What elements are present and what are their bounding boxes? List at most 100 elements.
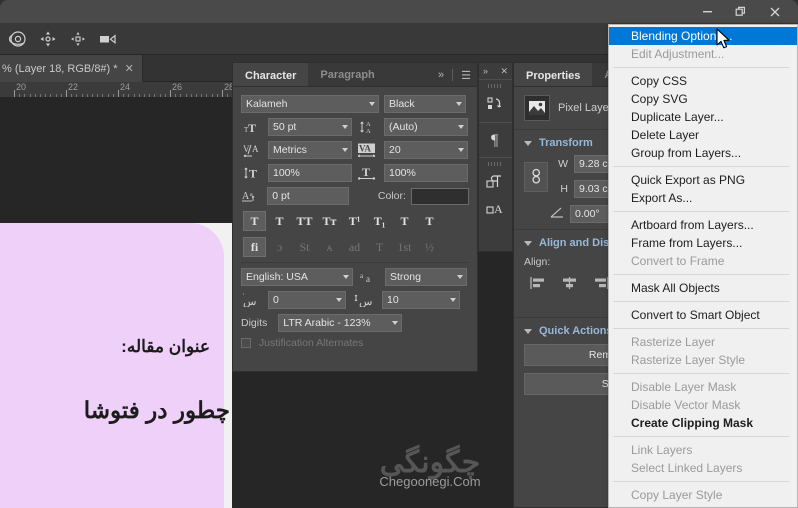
tab-properties[interactable]: Properties — [514, 63, 593, 86]
document-tab-close-icon[interactable]: ✕ — [125, 62, 134, 75]
underline-button[interactable]: T — [393, 211, 416, 231]
kashida-value: 0 — [273, 294, 279, 306]
discretionary-ligatures-button[interactable]: St — [293, 237, 316, 257]
text-color-swatch[interactable] — [410, 187, 469, 205]
chevron-down-icon[interactable] — [336, 298, 342, 302]
menu-item[interactable]: Blending Options... — [609, 27, 797, 45]
menu-item[interactable]: Create Clipping Mask — [609, 414, 797, 432]
subscript-button[interactable]: T₁ — [368, 211, 391, 231]
chevron-down-icon[interactable] — [524, 240, 532, 246]
swash-button[interactable]: ᴀ — [318, 237, 341, 257]
titling-alternates-button[interactable]: T — [368, 237, 391, 257]
tracking-input[interactable]: 20 — [384, 141, 468, 159]
menu-item[interactable]: Convert to Smart Object — [609, 306, 797, 324]
menu-item[interactable]: Frame from Layers... — [609, 234, 797, 252]
history-panel-icon[interactable] — [479, 91, 512, 117]
superscript-button[interactable]: T¹ — [343, 211, 366, 231]
artboard[interactable]: عنوان مقاله: چطور در فتوشا — [0, 223, 229, 508]
chevron-down-icon[interactable] — [456, 102, 462, 106]
document-tab[interactable]: % (Layer 18, RGB/8#) * ✕ — [0, 55, 143, 82]
paragraph-styles-icon[interactable] — [479, 169, 512, 195]
chevron-down-icon[interactable] — [458, 125, 464, 129]
dock-close-icon[interactable]: ✕ — [500, 66, 508, 77]
collapse-icon[interactable]: » — [438, 69, 444, 81]
horizontal-scale-input[interactable]: 100% — [384, 164, 468, 182]
ruler-tick-minor — [227, 94, 229, 97]
dock-collapse-icon[interactable]: » — [483, 66, 488, 76]
align-right-icon[interactable] — [592, 276, 609, 293]
chevron-down-icon[interactable] — [392, 321, 399, 325]
tab-paragraph[interactable]: Paragraph — [308, 63, 386, 86]
dock-grip[interactable] — [488, 162, 503, 166]
kerning-input[interactable]: Metrics — [268, 141, 352, 159]
chevron-down-icon[interactable] — [524, 328, 532, 334]
menu-item[interactable]: Export As... — [609, 189, 797, 207]
chevron-down-icon[interactable] — [524, 140, 532, 146]
menu-item[interactable]: Artboard from Layers... — [609, 216, 797, 234]
chevron-down-icon[interactable] — [450, 298, 456, 302]
contextual-alternates-button[interactable]: ɔ — [268, 237, 291, 257]
all-caps-button[interactable]: TT — [293, 211, 316, 231]
language-input[interactable]: English: USA — [241, 268, 353, 286]
svg-text:ٔ: ٔ — [242, 293, 244, 295]
strikethrough-button[interactable]: T — [418, 211, 441, 231]
layer-context-menu[interactable]: Blending Options... Edit Adjustment... Cop… — [608, 24, 798, 508]
small-caps-button[interactable]: Tт — [318, 211, 341, 231]
chevron-down-icon[interactable] — [369, 102, 375, 106]
menu-item[interactable]: Mask All Objects — [609, 279, 797, 297]
character-styles-icon[interactable]: A — [479, 195, 512, 221]
chevron-down-icon[interactable] — [343, 275, 349, 279]
ordinals-button[interactable]: 1st — [393, 237, 416, 257]
restore-button[interactable] — [724, 1, 758, 23]
svg-text:VA: VA — [359, 144, 371, 154]
ruler-tick-minor — [154, 94, 156, 97]
chevron-down-icon[interactable] — [342, 125, 348, 129]
chevron-down-icon[interactable] — [342, 148, 348, 152]
leading-icon: A A — [357, 120, 379, 134]
oldstyle-button[interactable]: ad — [343, 237, 366, 257]
leading-input[interactable]: (Auto) — [384, 118, 468, 136]
fractions-button[interactable]: ½ — [418, 237, 441, 257]
tab-character[interactable]: Character — [233, 63, 309, 86]
panel-menu-icon[interactable]: ☰ — [461, 69, 471, 82]
dock-grip[interactable] — [488, 84, 503, 88]
menu-item[interactable]: Copy SVG — [609, 90, 797, 108]
align-center-icon[interactable] — [561, 276, 578, 293]
menu-item[interactable]: Copy CSS — [609, 72, 797, 90]
vertical-scale-value: 100% — [273, 167, 300, 179]
orbit-3d-tool-icon[interactable] — [4, 26, 31, 52]
menu-item[interactable]: Quick Export as PNG — [609, 171, 797, 189]
align-left-icon[interactable] — [530, 276, 547, 293]
width-key: W — [558, 158, 568, 170]
baseline-shift-input[interactable]: 0 pt — [267, 187, 349, 205]
faux-italic-button[interactable]: T — [268, 211, 291, 231]
camera-3d-tool-icon[interactable] — [94, 26, 121, 52]
diacritic-input[interactable]: 10 — [382, 291, 460, 309]
justification-alternates-row[interactable]: Justification Alternates — [241, 337, 469, 349]
font-family-input[interactable]: Kalameh — [241, 95, 379, 113]
kashida-input[interactable]: 0 — [268, 291, 346, 309]
minimize-button[interactable] — [690, 1, 724, 23]
menu-item[interactable]: Duplicate Layer... — [609, 108, 797, 126]
menu-item[interactable]: Delete Layer — [609, 126, 797, 144]
antialias-input[interactable]: Strong — [385, 268, 467, 286]
close-button[interactable] — [758, 1, 792, 23]
baseline-shift-value: 0 pt — [272, 190, 290, 202]
pan-3d-tool-icon[interactable] — [34, 26, 61, 52]
faux-bold-button[interactable]: T — [243, 211, 266, 231]
menu-item[interactable]: Group from Layers... — [609, 144, 797, 162]
artboard-subtitle-text: چطور در فتوشا — [83, 397, 230, 423]
standard-ligatures-button[interactable]: fi — [243, 237, 266, 257]
digits-input[interactable]: LTR Arabic - 123% — [278, 314, 403, 332]
vertical-scale-input[interactable]: 100% — [268, 164, 352, 182]
font-style-input[interactable]: Black — [384, 95, 466, 113]
justification-alternates-checkbox[interactable] — [241, 338, 251, 349]
paragraph-panel-icon[interactable]: ¶ — [479, 126, 512, 152]
slide-3d-tool-icon[interactable] — [64, 26, 91, 52]
menu-item: Rasterize Layer Style — [631, 353, 746, 367]
chevron-down-icon[interactable] — [457, 275, 463, 279]
svg-text:A: A — [366, 128, 371, 134]
link-wh-button[interactable] — [524, 161, 548, 192]
chevron-down-icon[interactable] — [458, 148, 464, 152]
font-size-input[interactable]: 50 pt — [268, 118, 352, 136]
